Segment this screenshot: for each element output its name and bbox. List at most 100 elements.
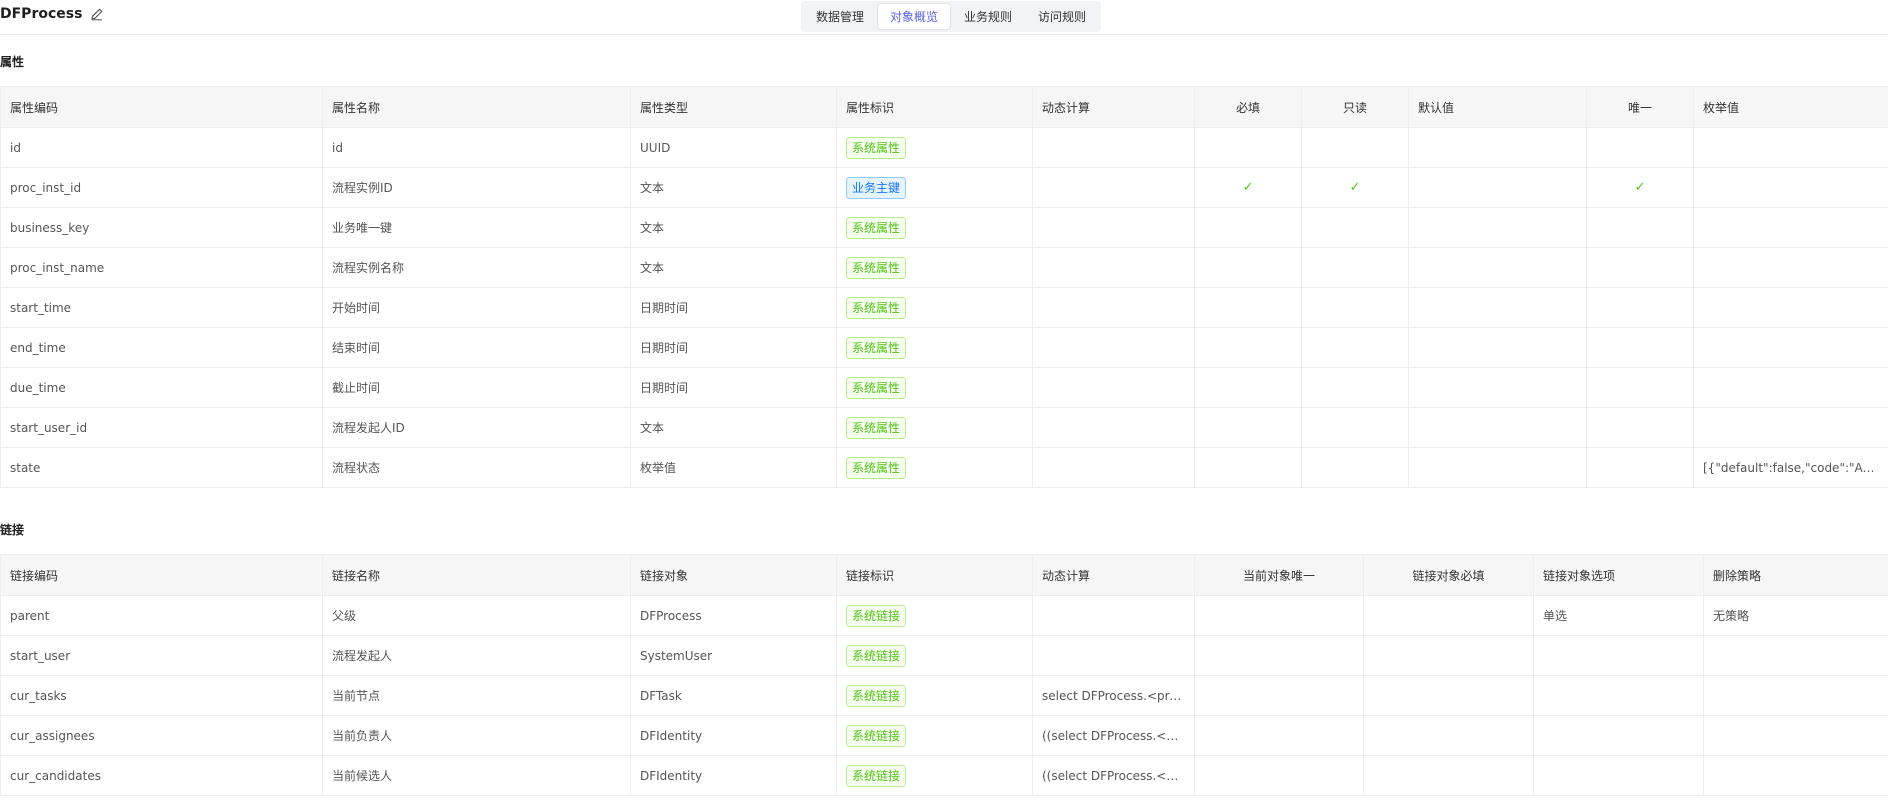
- attribute-name: 流程发起人ID: [322, 407, 631, 448]
- link-row[interactable]: start_user 流程发起人 SystemUser 系统链接: [0, 635, 1888, 676]
- attribute-row[interactable]: business_key 业务唯一键 文本 系统属性: [0, 207, 1888, 248]
- attribute-dynamic: [1032, 167, 1195, 208]
- attributes-column-header[interactable]: 默认值: [1408, 86, 1587, 128]
- links-table: 链接编码 链接名称 链接对象 链接标识 动态计算 当前对象唯一 链接对象必填 链接对象选项 删除…: [0, 554, 1888, 796]
- attribute-tag-badge: 系统属性: [846, 256, 907, 279]
- attribute-dynamic: [1032, 287, 1195, 328]
- attribute-default: [1408, 407, 1587, 448]
- link-tag-badge-cell: 系统链接: [836, 675, 1033, 716]
- attribute-unique-cell: [1586, 287, 1694, 328]
- attributes-column-header[interactable]: 必填: [1194, 86, 1302, 128]
- attributes-column-header[interactable]: 枚举值: [1693, 86, 1888, 128]
- attribute-enum: [1693, 167, 1888, 208]
- attribute-readonly-cell: [1301, 407, 1409, 448]
- attribute-required-cell: [1194, 287, 1302, 328]
- tab-business-rules[interactable]: 业务规则: [952, 4, 1024, 29]
- attribute-readonly-cell: [1301, 327, 1409, 368]
- attribute-code: proc_inst_id: [0, 167, 323, 208]
- attribute-name: 流程实例ID: [322, 167, 631, 208]
- attribute-tag-badge: 业务主键: [846, 176, 907, 199]
- link-target-option: [1533, 635, 1704, 676]
- attributes-table: 属性编码 属性名称 属性类型 属性标识 动态计算 必填 只读 默认值 唯一 枚举值 id id UUI…: [0, 86, 1888, 488]
- attribute-enum: [1693, 207, 1888, 248]
- attributes-column-header[interactable]: 属性名称: [322, 86, 631, 128]
- attribute-readonly-cell: [1301, 127, 1409, 168]
- attribute-required-cell: [1194, 407, 1302, 448]
- attribute-unique-cell: [1586, 207, 1694, 248]
- attributes-column-header[interactable]: 属性编码: [0, 86, 323, 128]
- attribute-name: 结束时间: [322, 327, 631, 368]
- attribute-row[interactable]: due_time 截止时间 日期时间 系统属性: [0, 367, 1888, 408]
- title-area: DFProcess: [0, 6, 104, 22]
- attribute-row[interactable]: end_time 结束时间 日期时间 系统属性: [0, 327, 1888, 368]
- attribute-row[interactable]: start_time 开始时间 日期时间 系统属性: [0, 287, 1888, 328]
- attribute-unique-cell: [1586, 127, 1694, 168]
- attributes-column-header[interactable]: 唯一: [1586, 86, 1694, 128]
- attribute-tag-badge-cell: 系统属性: [836, 287, 1033, 328]
- attribute-readonly-cell: ✓: [1301, 167, 1409, 208]
- link-target-required: [1363, 755, 1534, 796]
- links-column-header[interactable]: 链接标识: [836, 554, 1033, 596]
- link-tag-badge: 系统链接: [846, 604, 907, 627]
- link-row[interactable]: cur_assignees 当前负责人 DFIdentity 系统链接 ((select…: [0, 715, 1888, 756]
- tab-access-rules[interactable]: 访问规则: [1026, 4, 1098, 29]
- attribute-name: 流程状态: [322, 447, 631, 488]
- attribute-enum: [{"default":false,"code":"ACTI...: [1693, 447, 1888, 488]
- link-row[interactable]: cur_tasks 当前节点 DFTask 系统链接 select DFProcess.…: [0, 675, 1888, 716]
- attribute-name: id: [322, 127, 631, 168]
- attribute-name: 流程实例名称: [322, 247, 631, 288]
- attributes-column-header[interactable]: 动态计算: [1032, 86, 1195, 128]
- link-name: 流程发起人: [322, 635, 631, 676]
- attribute-enum: [1693, 367, 1888, 408]
- attribute-row[interactable]: state 流程状态 枚举值 系统属性 [{"default":false,"code"…: [0, 447, 1888, 488]
- links-column-header[interactable]: 链接对象必填: [1363, 554, 1534, 596]
- links-column-header[interactable]: 删除策略: [1703, 554, 1888, 596]
- link-row[interactable]: cur_candidates 当前候选人 DFIdentity 系统链接 ((selec…: [0, 755, 1888, 796]
- attribute-type: 文本: [630, 247, 837, 288]
- attribute-row[interactable]: start_user_id 流程发起人ID 文本 系统属性: [0, 407, 1888, 448]
- link-delete-policy: 无策略: [1703, 595, 1888, 636]
- links-column-header[interactable]: 链接对象选项: [1533, 554, 1704, 596]
- attribute-tag-badge-cell: 系统属性: [836, 327, 1033, 368]
- link-target: DFIdentity: [630, 715, 837, 756]
- link-target: DFIdentity: [630, 755, 837, 796]
- link-target-required: [1363, 635, 1534, 676]
- attribute-tag-badge: 系统属性: [846, 296, 907, 319]
- link-delete-policy: [1703, 715, 1888, 756]
- link-target: SystemUser: [630, 635, 837, 676]
- attribute-default: [1408, 367, 1587, 408]
- attribute-type: 日期时间: [630, 287, 837, 328]
- attribute-name: 业务唯一键: [322, 207, 631, 248]
- links-column-header[interactable]: 链接编码: [0, 554, 323, 596]
- attribute-code: due_time: [0, 367, 323, 408]
- links-column-header[interactable]: 链接名称: [322, 554, 631, 596]
- attribute-required-cell: [1194, 127, 1302, 168]
- tab-data-management[interactable]: 数据管理: [804, 4, 876, 29]
- links-column-header[interactable]: 链接对象: [630, 554, 837, 596]
- links-column-header[interactable]: 当前对象唯一: [1194, 554, 1364, 596]
- links-column-header[interactable]: 动态计算: [1032, 554, 1195, 596]
- tab-object-overview[interactable]: 对象概览: [878, 4, 951, 29]
- attributes-column-header[interactable]: 只读: [1301, 86, 1409, 128]
- checkmark-icon: ✓: [1349, 180, 1361, 195]
- link-row[interactable]: parent 父级 DFProcess 系统链接 单选 无策略: [0, 595, 1888, 636]
- link-tag-badge-cell: 系统链接: [836, 595, 1033, 636]
- attribute-readonly-cell: [1301, 367, 1409, 408]
- checkmark-icon: ✓: [1242, 180, 1254, 195]
- attribute-code: start_time: [0, 287, 323, 328]
- attributes-column-header[interactable]: 属性类型: [630, 86, 837, 128]
- attributes-column-header[interactable]: 属性标识: [836, 86, 1033, 128]
- attribute-type: 文本: [630, 167, 837, 208]
- attribute-tag-badge-cell: 系统属性: [836, 127, 1033, 168]
- links-section-title: 链接: [0, 523, 25, 537]
- link-delete-policy: [1703, 755, 1888, 796]
- link-dynamic: ((select DFProcess.<proc...: [1032, 715, 1195, 756]
- attribute-code: end_time: [0, 327, 323, 368]
- link-target-option: [1533, 755, 1704, 796]
- attribute-row[interactable]: proc_inst_id 流程实例ID 文本 业务主键 ✓ ✓ ✓: [0, 167, 1888, 208]
- attribute-row[interactable]: id id UUID 系统属性: [0, 127, 1888, 168]
- attribute-row[interactable]: proc_inst_name 流程实例名称 文本 系统属性: [0, 247, 1888, 288]
- link-tag-badge: 系统链接: [846, 684, 907, 707]
- edit-icon[interactable]: [90, 7, 104, 21]
- attribute-name: 开始时间: [322, 287, 631, 328]
